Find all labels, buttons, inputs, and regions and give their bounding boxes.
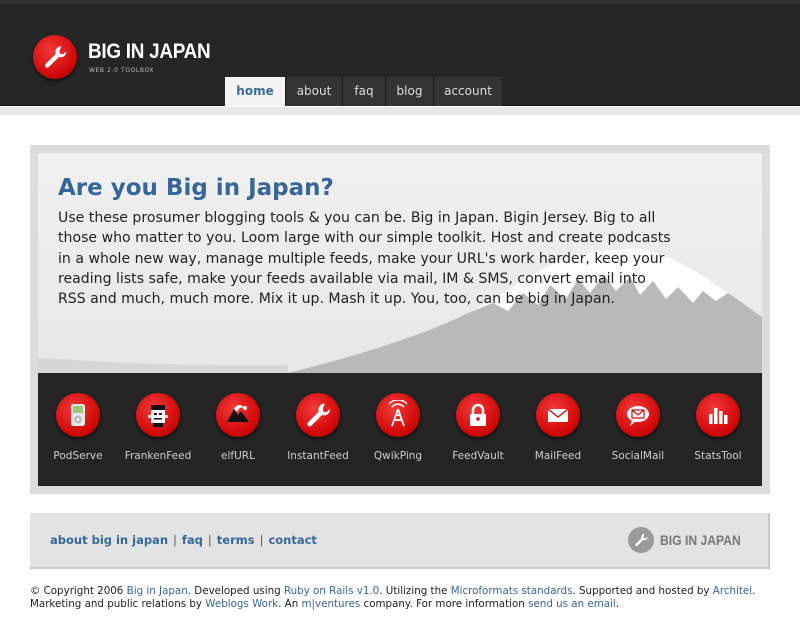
copyright-text: © Copyright 2006 Big in Japan. Developed…: [30, 585, 780, 611]
tool-label: SocialMail: [611, 450, 665, 462]
site-tagline: WEB 2.0 TOOLBOX: [89, 67, 155, 74]
frankenstein-icon: [136, 393, 180, 437]
footer-logo-badge: [628, 527, 655, 553]
hero-title: Are you Big in Japan?: [58, 175, 334, 201]
tool-instantfeed[interactable]: InstantFeed: [278, 393, 358, 462]
header-stripe: [0, 0, 800, 4]
wrench-icon: [45, 46, 67, 68]
link-ruby-on-rails[interactable]: Ruby on Rails v1.0: [284, 585, 379, 597]
site-header: BIG IN JAPAN WEB 2.0 TOOLBOX home about …: [0, 0, 800, 106]
wrench-icon: [635, 533, 648, 547]
footer-box: about big in japan | faq | terms | contact BIG…: [30, 513, 770, 569]
tool-label: FrankenFeed: [124, 450, 192, 462]
hero-body: Use these prosumer blogging tools & you …: [58, 210, 671, 308]
main-nav: home about faq blog account: [225, 77, 502, 106]
tool-label: InstantFeed: [287, 450, 349, 462]
tool-podserve[interactable]: PodServe: [38, 393, 118, 462]
header-subbar: [0, 107, 800, 115]
tools-bar: PodServe FrankenFeed elfURL InstantFeed: [38, 373, 762, 486]
chat-envelope-icon: [616, 393, 660, 437]
footer-links: about big in japan | faq | terms | contact: [50, 533, 317, 547]
padlock-icon: [456, 393, 500, 437]
tab-home[interactable]: home: [225, 77, 285, 106]
copyright-segment: . Supported and hosted by: [572, 585, 713, 597]
copyright-segment: company. For more information: [360, 598, 529, 610]
link-big-in-japan[interactable]: Big in Japan: [127, 585, 188, 597]
tool-feedvault[interactable]: FeedVault: [438, 393, 518, 462]
link-mventures[interactable]: m|ventures: [302, 598, 361, 610]
copyright-segment: .: [615, 598, 620, 610]
footer-separator: |: [173, 533, 177, 547]
link-weblogs-work[interactable]: Weblogs Work: [205, 598, 278, 610]
main-panel: Are you Big in Japan? Use these prosumer…: [38, 153, 762, 486]
tab-faq[interactable]: faq: [342, 77, 385, 106]
envelope-icon: [536, 393, 580, 437]
tab-about[interactable]: about: [285, 77, 342, 106]
tool-statstool[interactable]: StatsTool: [678, 393, 758, 462]
antenna-icon: [376, 393, 420, 437]
tab-blog[interactable]: blog: [385, 77, 433, 106]
footer-link-about[interactable]: about big in japan: [50, 533, 168, 547]
bar-chart-icon: [696, 393, 740, 437]
tool-label: QwikPing: [373, 450, 423, 462]
footer-logo-text: BIG IN JAPAN: [660, 532, 742, 548]
hero-section: Are you Big in Japan? Use these prosumer…: [38, 153, 762, 373]
footer-logo[interactable]: BIG IN JAPAN: [628, 527, 750, 553]
main-frame: Are you Big in Japan? Use these prosumer…: [30, 145, 770, 494]
footer-separator: |: [259, 533, 264, 547]
copyright-segment: . An: [278, 598, 302, 610]
copyright-segment: © Copyright 2006: [30, 585, 127, 597]
ipod-icon: [56, 393, 100, 437]
wrench-icon: [296, 393, 340, 437]
tab-account[interactable]: account: [433, 77, 502, 106]
tool-elfurl[interactable]: elfURL: [198, 393, 278, 462]
tool-frankenfeed[interactable]: FrankenFeed: [118, 393, 198, 462]
tool-label: StatsTool: [694, 450, 742, 462]
tool-label: PodServe: [53, 450, 103, 462]
copyright-segment: . Developed using: [187, 585, 284, 597]
footer-link-faq[interactable]: faq: [182, 533, 203, 547]
footer-link-contact[interactable]: contact: [268, 533, 316, 547]
tool-label: MailFeed: [534, 450, 582, 462]
link-microformats[interactable]: Microformats standards: [451, 585, 573, 597]
site-title[interactable]: BIG IN JAPAN: [88, 40, 211, 64]
copyright-segment: . Utilizing the: [379, 585, 451, 597]
tool-mailfeed[interactable]: MailFeed: [518, 393, 598, 462]
footer-link-terms[interactable]: terms: [217, 533, 255, 547]
footer-separator: |: [207, 533, 212, 547]
tool-qwikping[interactable]: QwikPing: [358, 393, 438, 462]
tool-socialmail[interactable]: SocialMail: [598, 393, 678, 462]
logo-badge[interactable]: [33, 35, 77, 79]
link-architel[interactable]: Architel: [713, 585, 752, 597]
elf-hat-icon: [216, 393, 260, 437]
tool-label: elfURL: [221, 450, 255, 462]
tool-label: FeedVault: [452, 450, 504, 462]
link-send-email[interactable]: send us an email: [528, 598, 616, 610]
